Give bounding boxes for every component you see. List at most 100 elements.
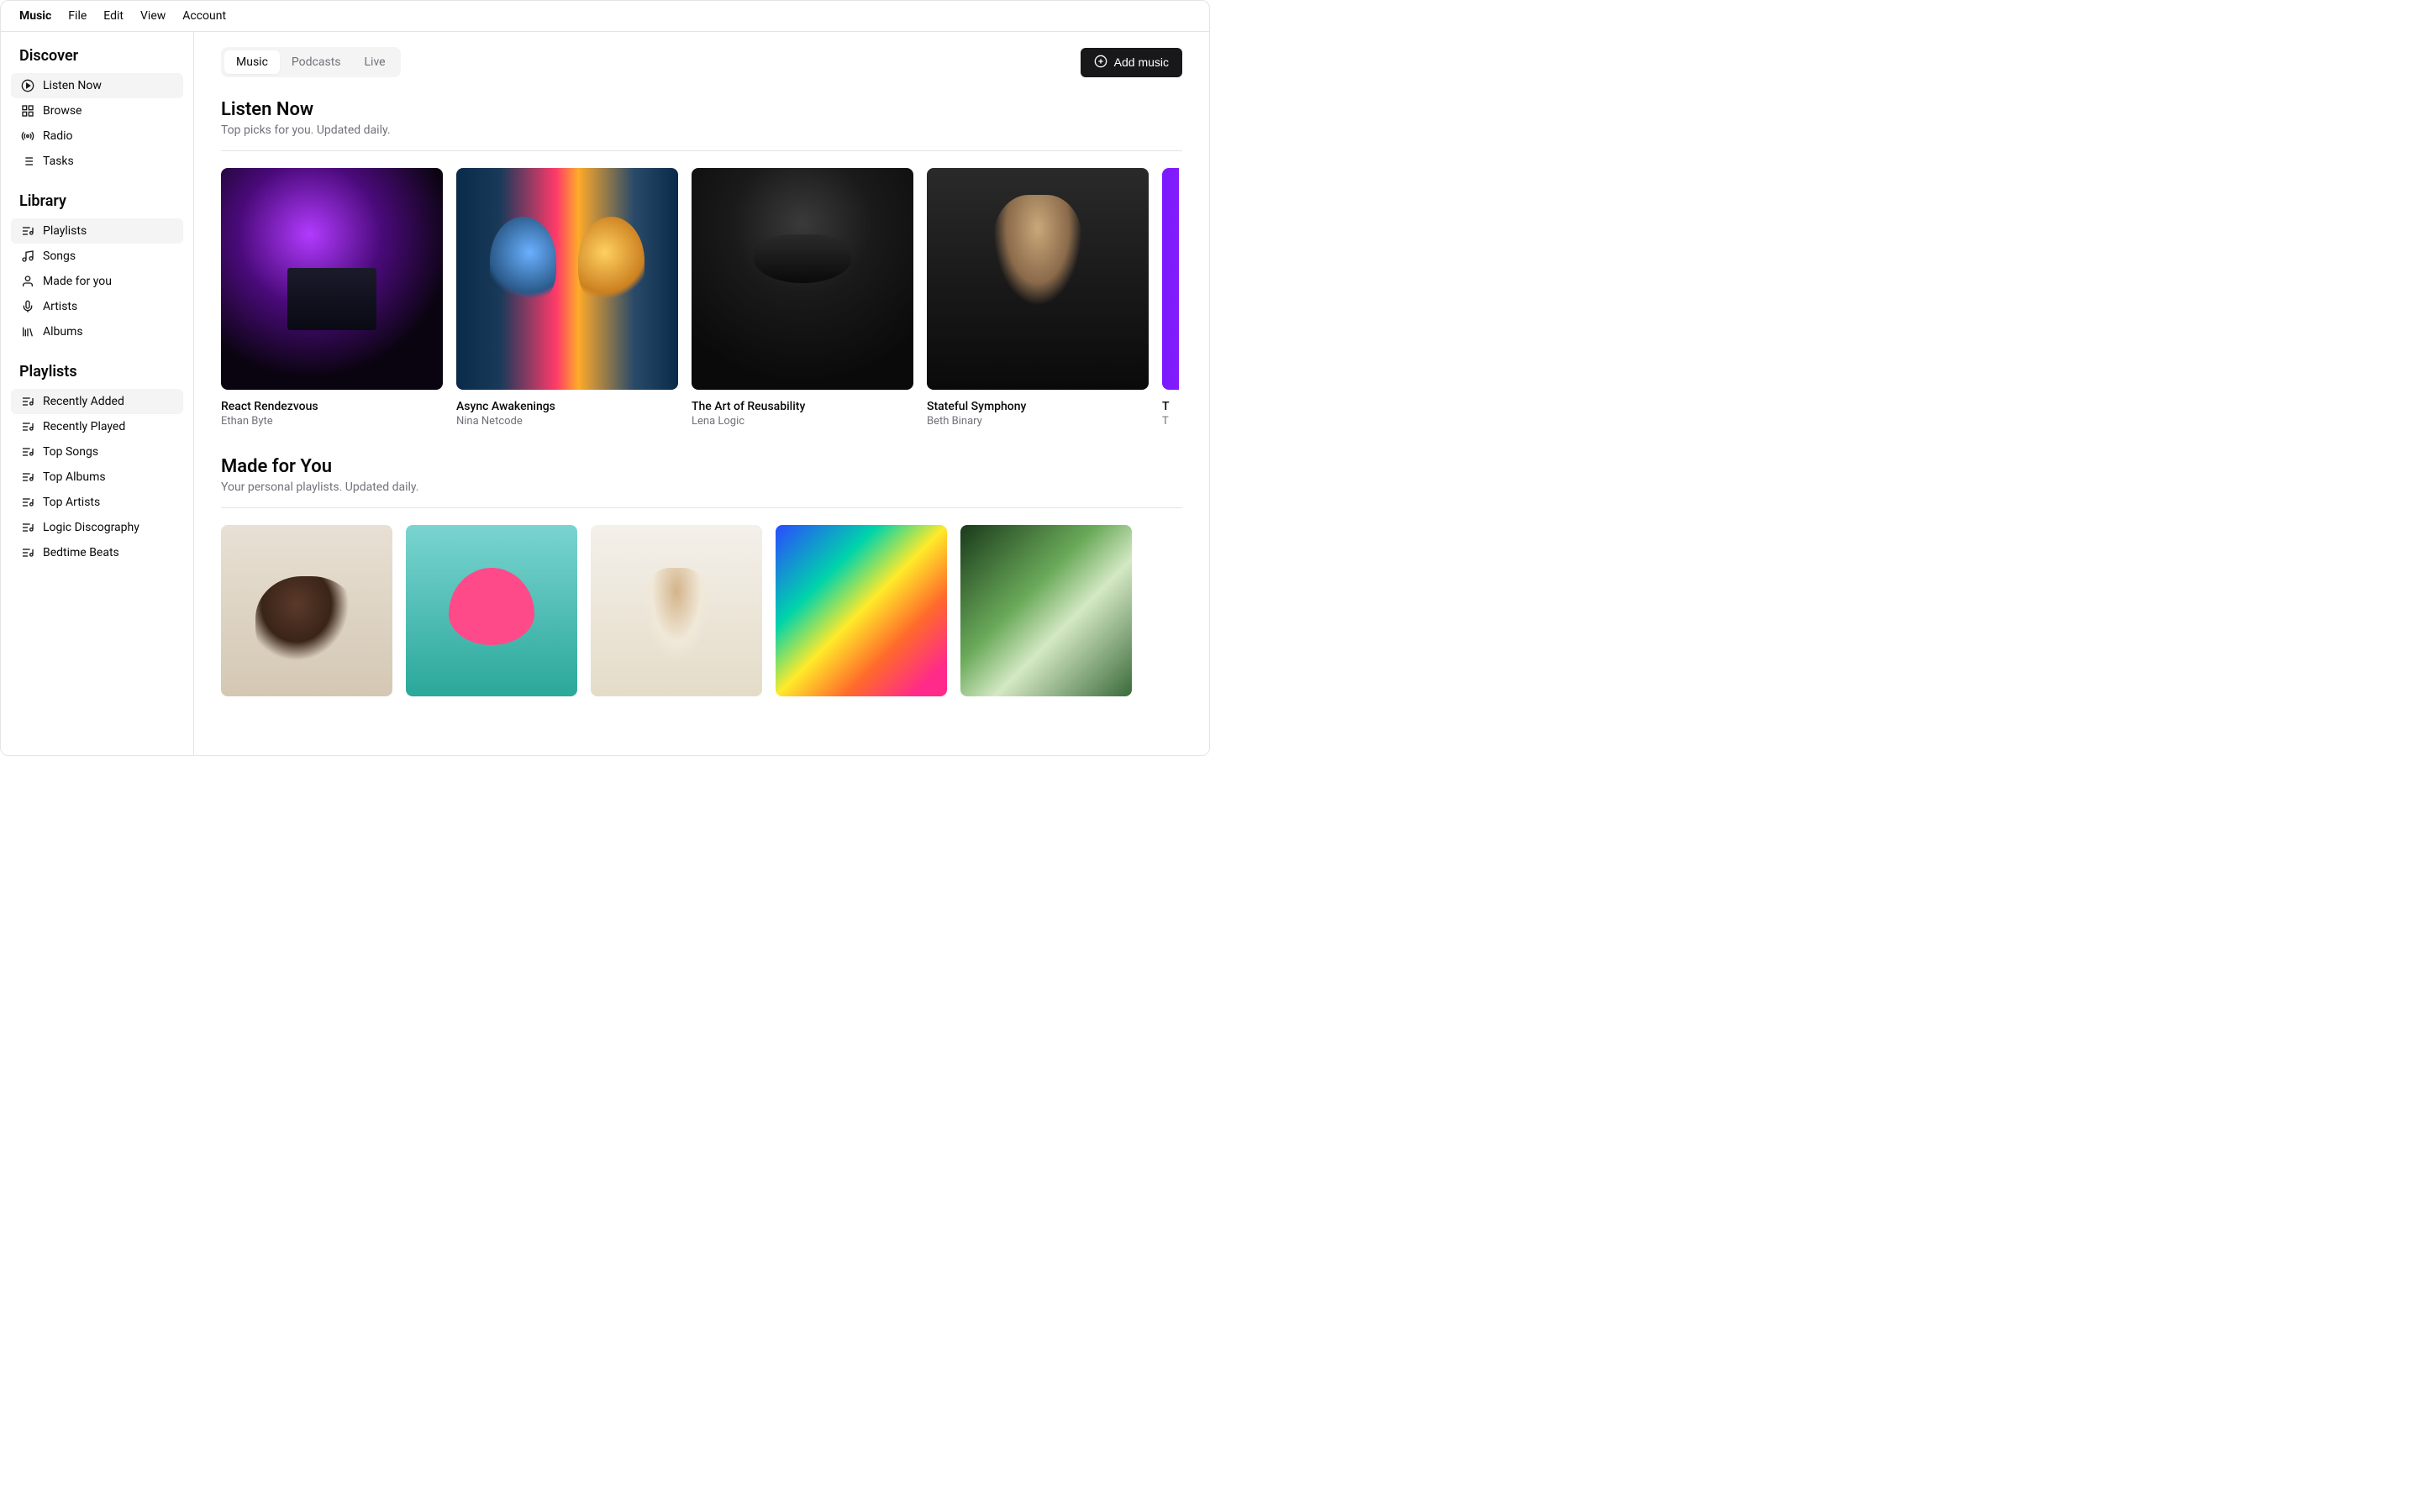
playlist-icon xyxy=(21,496,34,509)
sidebar-item-top-songs[interactable]: Top Songs xyxy=(11,439,183,465)
album-artist: Nina Netcode xyxy=(456,415,678,428)
album-card[interactable]: T T xyxy=(1162,168,1179,428)
sidebar-item-label: Top Albums xyxy=(43,470,106,484)
playlist-icon xyxy=(21,445,34,459)
sidebar-item-songs[interactable]: Songs xyxy=(11,244,183,269)
tab-live[interactable]: Live xyxy=(353,50,397,74)
add-music-button[interactable]: Add music xyxy=(1081,48,1182,77)
sidebar-item-playlists[interactable]: Playlists xyxy=(11,218,183,244)
sidebar-item-label: Logic Discography xyxy=(43,521,139,534)
album-art xyxy=(692,168,913,390)
sidebar: Discover Listen Now Browse Radio Tasks xyxy=(1,32,194,755)
album-card[interactable]: Stateful Symphony Beth Binary xyxy=(927,168,1149,428)
sidebar-item-label: Browse xyxy=(43,104,82,118)
album-title: The Art of Reusability xyxy=(692,400,913,413)
sidebar-item-label: Artists xyxy=(43,300,77,313)
made-for-you-subtitle: Your personal playlists. Updated daily. xyxy=(221,480,1182,494)
playlist-card[interactable] xyxy=(406,525,577,696)
sidebar-item-tasks[interactable]: Tasks xyxy=(11,149,183,174)
sidebar-section-discover: Discover Listen Now Browse Radio Tasks xyxy=(11,47,183,174)
sidebar-item-bedtime-beats[interactable]: Bedtime Beats xyxy=(11,540,183,565)
sidebar-section-library: Library Playlists Songs Made for you Art… xyxy=(11,192,183,344)
tab-music[interactable]: Music xyxy=(224,50,280,74)
listen-now-header: Listen Now Top picks for you. Updated da… xyxy=(221,99,1182,137)
playlist-card[interactable] xyxy=(591,525,762,696)
sidebar-item-artists[interactable]: Artists xyxy=(11,294,183,319)
sidebar-item-browse[interactable]: Browse xyxy=(11,98,183,123)
plus-circle-icon xyxy=(1094,55,1107,71)
sidebar-item-albums[interactable]: Albums xyxy=(11,319,183,344)
menu-edit[interactable]: Edit xyxy=(103,9,124,23)
album-art xyxy=(927,168,1149,390)
album-artist: Beth Binary xyxy=(927,415,1149,428)
album-card[interactable]: The Art of Reusability Lena Logic xyxy=(692,168,913,428)
sidebar-item-top-albums[interactable]: Top Albums xyxy=(11,465,183,490)
menubar: Music File Edit View Account xyxy=(1,1,1209,32)
grid-icon xyxy=(21,104,34,118)
sidebar-item-label: Recently Added xyxy=(43,395,124,408)
playlist-card[interactable] xyxy=(776,525,947,696)
sidebar-item-radio[interactable]: Radio xyxy=(11,123,183,149)
add-music-label: Add music xyxy=(1114,55,1169,69)
sidebar-item-label: Albums xyxy=(43,325,83,339)
mic-icon xyxy=(21,300,34,313)
sidebar-item-recently-played[interactable]: Recently Played xyxy=(11,414,183,439)
album-title: Async Awakenings xyxy=(456,400,678,413)
playlist-art xyxy=(406,525,577,696)
listen-now-title: Listen Now xyxy=(221,99,1182,120)
sidebar-item-label: Listen Now xyxy=(43,79,102,92)
menu-music[interactable]: Music xyxy=(19,9,51,23)
user-icon xyxy=(21,275,34,288)
made-for-you-header: Made for You Your personal playlists. Up… xyxy=(221,456,1182,494)
album-title: T xyxy=(1162,400,1179,413)
playlist-card[interactable] xyxy=(960,525,1132,696)
album-card[interactable]: Async Awakenings Nina Netcode xyxy=(456,168,678,428)
menu-account[interactable]: Account xyxy=(182,9,226,23)
tab-podcasts[interactable]: Podcasts xyxy=(280,50,353,74)
library-icon xyxy=(21,325,34,339)
made-for-you-row[interactable] xyxy=(221,525,1182,696)
album-art xyxy=(221,168,443,390)
playlist-art xyxy=(591,525,762,696)
menu-file[interactable]: File xyxy=(68,9,87,23)
album-card[interactable]: React Rendezvous Ethan Byte xyxy=(221,168,443,428)
album-artist: Ethan Byte xyxy=(221,415,443,428)
listen-now-row[interactable]: React Rendezvous Ethan Byte Async Awaken… xyxy=(221,168,1182,428)
playlist-icon xyxy=(21,395,34,408)
sidebar-title-discover: Discover xyxy=(11,47,183,73)
radio-icon xyxy=(21,129,34,143)
sidebar-section-playlists: Playlists Recently Added Recently Played… xyxy=(11,363,183,565)
album-title: Stateful Symphony xyxy=(927,400,1149,413)
sidebar-title-library: Library xyxy=(11,192,183,218)
sidebar-title-playlists: Playlists xyxy=(11,363,183,389)
sidebar-item-label: Top Songs xyxy=(43,445,98,459)
sidebar-item-made-for-you[interactable]: Made for you xyxy=(11,269,183,294)
sidebar-item-label: Radio xyxy=(43,129,73,143)
album-art xyxy=(456,168,678,390)
sidebar-item-recently-added[interactable]: Recently Added xyxy=(11,389,183,414)
list-icon xyxy=(21,155,34,168)
play-circle-icon xyxy=(21,79,34,92)
made-for-you-title: Made for You xyxy=(221,456,1182,477)
sidebar-item-label: Tasks xyxy=(43,155,74,168)
menu-view[interactable]: View xyxy=(140,9,166,23)
sidebar-item-logic-discography[interactable]: Logic Discography xyxy=(11,515,183,540)
playlist-icon xyxy=(21,546,34,559)
playlist-card[interactable] xyxy=(221,525,392,696)
album-art xyxy=(1162,168,1179,390)
sidebar-item-label: Bedtime Beats xyxy=(43,546,119,559)
content-tabs: Music Podcasts Live xyxy=(221,47,401,77)
sidebar-item-listen-now[interactable]: Listen Now xyxy=(11,73,183,98)
playlist-art xyxy=(776,525,947,696)
playlist-icon xyxy=(21,521,34,534)
sidebar-item-label: Playlists xyxy=(43,224,87,238)
sidebar-item-label: Recently Played xyxy=(43,420,125,433)
sidebar-item-label: Top Artists xyxy=(43,496,100,509)
playlist-icon xyxy=(21,420,34,433)
playlist-icon xyxy=(21,224,34,238)
sidebar-item-top-artists[interactable]: Top Artists xyxy=(11,490,183,515)
music-note-icon xyxy=(21,249,34,263)
divider xyxy=(221,150,1182,151)
album-title: React Rendezvous xyxy=(221,400,443,413)
playlist-icon xyxy=(21,470,34,484)
